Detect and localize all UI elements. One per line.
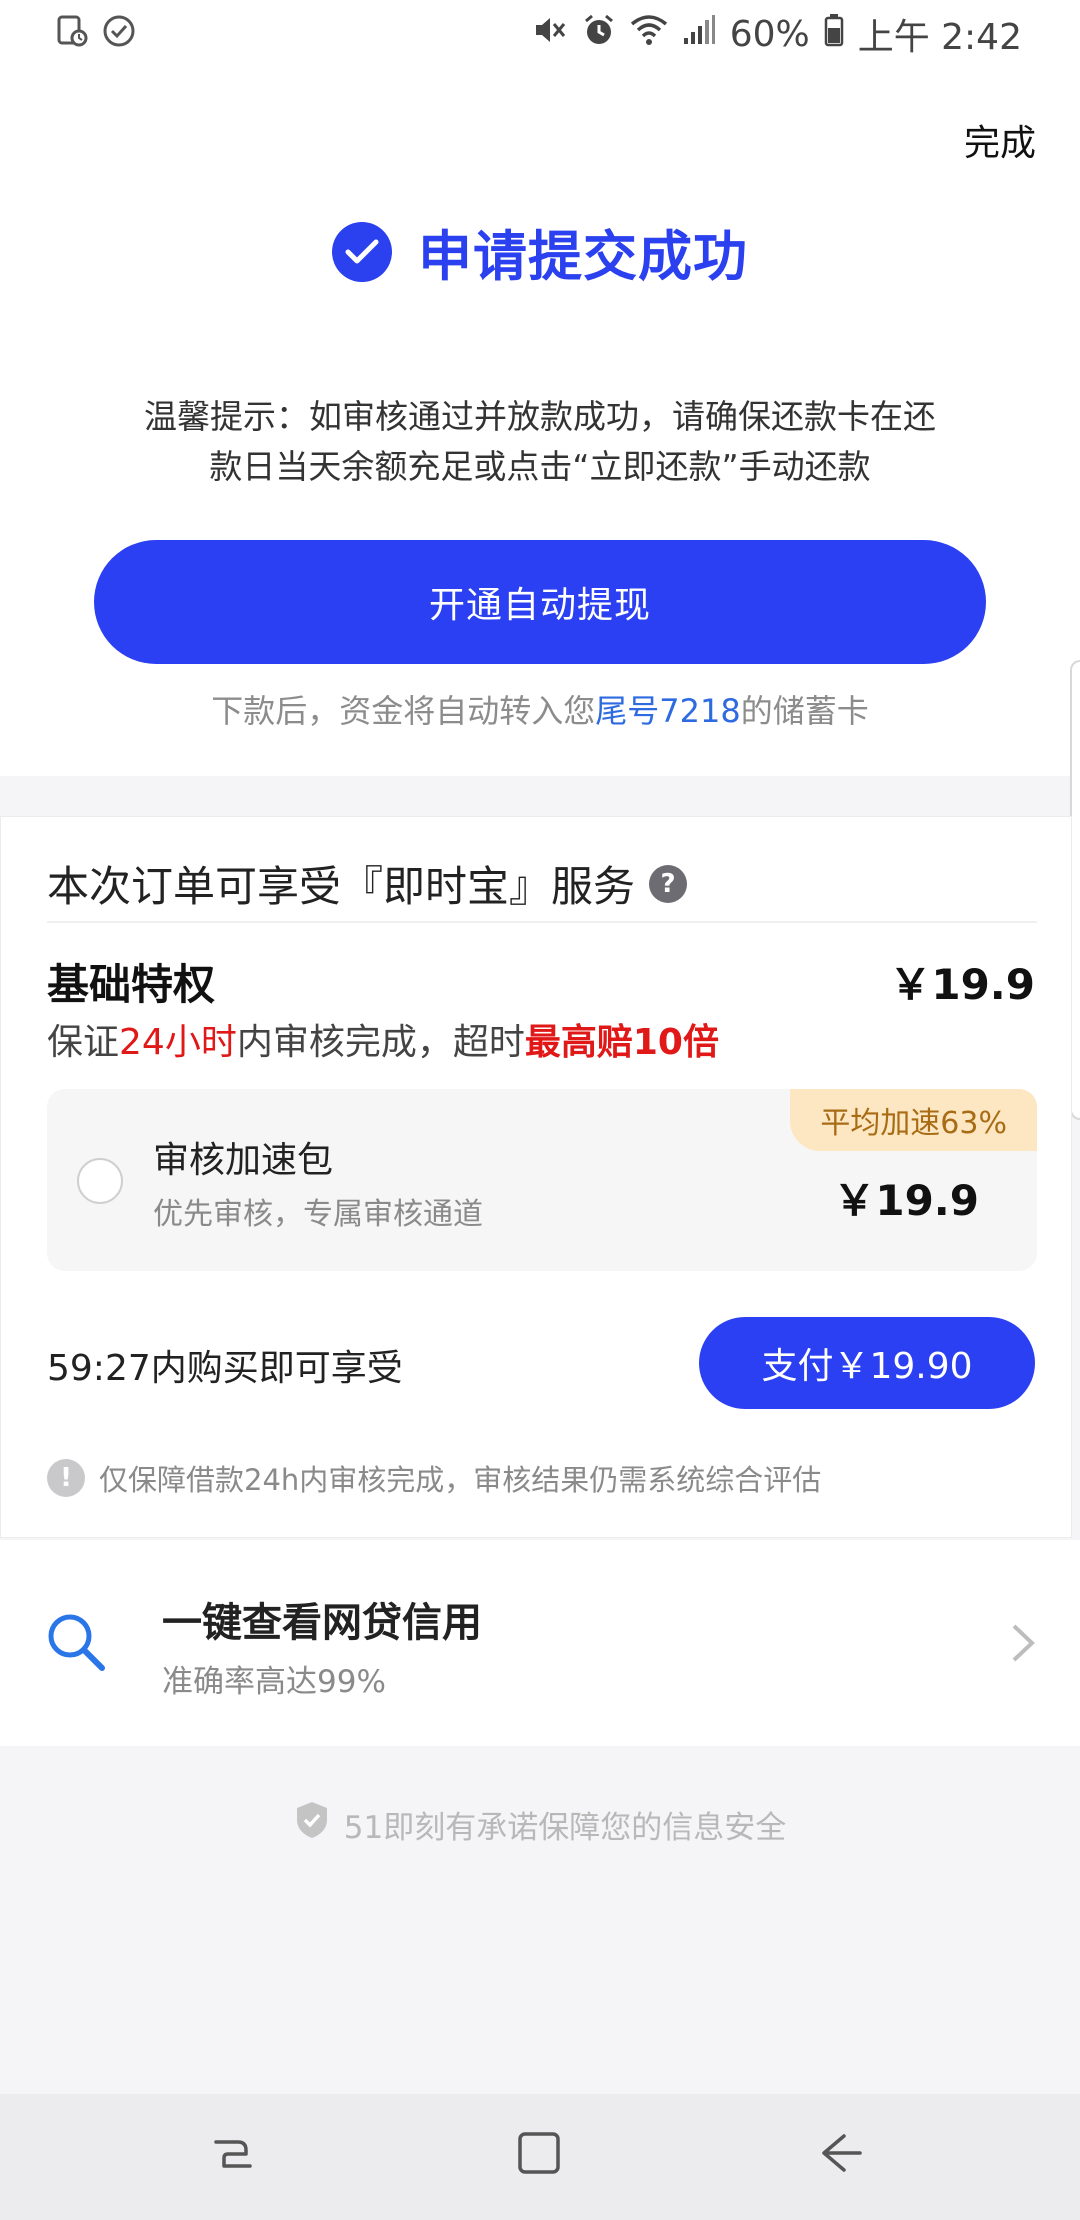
countdown-text: 59:27内购买即可享受 bbox=[47, 1348, 403, 1389]
info-icon: ! bbox=[47, 1459, 85, 1497]
shield-check-icon bbox=[294, 1800, 330, 1848]
divider bbox=[47, 921, 1037, 923]
security-text: 51即刻有承诺保障您的信息安全 bbox=[343, 1809, 787, 1846]
speed-package-price: ￥19.9 bbox=[833, 1176, 979, 1225]
mute-icon bbox=[532, 13, 568, 56]
withdraw-note-prefix: 下款后，资金将自动转入您 bbox=[211, 692, 596, 730]
withdraw-note: 下款后，资金将自动转入您尾号7218的储蓄卡 bbox=[0, 686, 1080, 732]
credit-title: 一键查看网贷信用 bbox=[162, 1600, 482, 1646]
alarm-icon bbox=[582, 13, 616, 56]
pay-button[interactable]: 支付￥19.90 bbox=[699, 1317, 1035, 1409]
status-bar: 60% 上午 2:42 bbox=[0, 0, 1080, 64]
back-icon[interactable] bbox=[816, 2128, 866, 2182]
credit-check-row[interactable]: 一键查看网贷信用 准确率高达99% bbox=[0, 1540, 1080, 1746]
service-title-text: 本次订单可享受『即时宝』服务 bbox=[47, 862, 636, 911]
desc-part-2: 内审核完成，超时 bbox=[236, 1022, 525, 1063]
wifi-icon bbox=[630, 14, 668, 55]
warm-tip-line-1: 温馨提示：如审核通过并放款成功，请确保还款卡在还 bbox=[144, 397, 936, 436]
help-icon[interactable]: ? bbox=[649, 864, 688, 903]
success-header: 申请提交成功 bbox=[0, 212, 1080, 291]
desc-hours: 24小时 bbox=[119, 1022, 237, 1063]
service-notice: ! 仅保障借款24h内审核完成，审核结果仍需系统综合评估 bbox=[47, 1457, 821, 1499]
credit-subtitle: 准确率高达99% bbox=[162, 1664, 386, 1700]
success-section: 完成 申请提交成功 温馨提示：如审核通过并放款成功，请确保还款卡在还 款日当天余… bbox=[0, 64, 1080, 776]
navigation-bar bbox=[0, 2094, 1080, 2220]
sim-storage-icon bbox=[56, 14, 88, 52]
desc-part-1: 保证 bbox=[47, 1022, 120, 1063]
security-footer: 51即刻有承诺保障您的信息安全 bbox=[0, 1800, 1080, 1848]
check-icon bbox=[332, 221, 392, 282]
warm-tip: 温馨提示：如审核通过并放款成功，请确保还款卡在还 款日当天余额充足或点击“立即还… bbox=[120, 392, 960, 492]
search-icon bbox=[44, 1610, 108, 1678]
recent-apps-icon[interactable] bbox=[210, 2128, 260, 2182]
success-title: 申请提交成功 bbox=[418, 225, 748, 288]
speed-package-radio[interactable] bbox=[77, 1158, 123, 1204]
speed-package-subtitle: 优先审核，专属审核通道 bbox=[153, 1197, 483, 1232]
signal-icon bbox=[682, 14, 716, 55]
desc-compensation: 最高赔10倍 bbox=[524, 1022, 719, 1063]
basic-privilege-price: ￥19.9 bbox=[889, 960, 1035, 1009]
speed-badge: 平均加速63% bbox=[790, 1089, 1037, 1151]
withdraw-note-suffix: 的储蓄卡 bbox=[740, 692, 869, 730]
home-icon[interactable] bbox=[514, 2128, 564, 2182]
clock: 上午 2:42 bbox=[857, 17, 1022, 58]
check-circle-icon bbox=[102, 14, 136, 52]
service-title: 本次订单可享受『即时宝』服务 ? bbox=[47, 853, 688, 914]
card-tail-number: 尾号7218 bbox=[595, 692, 741, 730]
speed-package-name: 审核加速包 bbox=[153, 1140, 334, 1181]
service-card: 本次订单可享受『即时宝』服务 ? 基础特权 ￥19.9 保证24小时内审核完成，… bbox=[0, 816, 1072, 1538]
basic-privilege-desc: 保证24小时内审核完成，超时最高赔10倍 bbox=[47, 1013, 719, 1065]
battery-icon bbox=[824, 13, 844, 56]
notice-text: 仅保障借款24h内审核完成，审核结果仍需系统综合评估 bbox=[99, 1463, 822, 1497]
battery-level: 60% bbox=[729, 13, 810, 55]
speed-package-option[interactable]: 审核加速包 优先审核，专属审核通道 ￥19.9 平均加速63% bbox=[47, 1089, 1037, 1271]
chevron-right-icon bbox=[1010, 1622, 1036, 1668]
basic-privilege-name: 基础特权 bbox=[47, 960, 216, 1009]
warm-tip-line-2: 款日当天余额充足或点击“立即还款”手动还款 bbox=[209, 447, 871, 486]
done-button[interactable]: 完成 bbox=[964, 114, 1036, 166]
enable-auto-withdraw-button[interactable]: 开通自动提现 bbox=[94, 540, 986, 664]
